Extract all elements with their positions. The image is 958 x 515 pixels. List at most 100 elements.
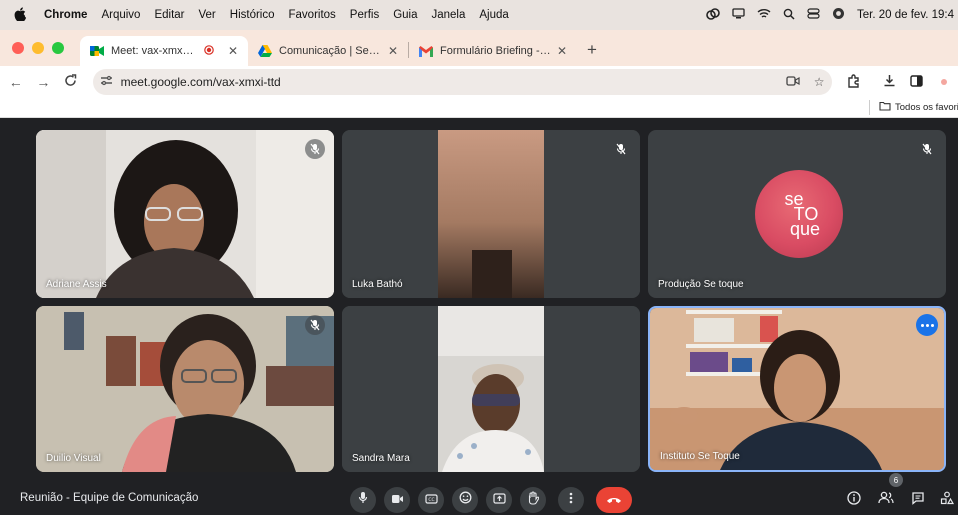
microphone-button[interactable] — [350, 487, 376, 513]
all-favorites-button[interactable]: Todos os favorit — [879, 101, 958, 114]
browser-toolbar: ← → meet.google.com/vax-xmxi-ttd ☆ — [0, 66, 958, 98]
participant-tile[interactable]: Luka Bathó — [342, 130, 640, 298]
meeting-stage: Adriane Assis Luka Bathó se TO que Produ… — [0, 118, 958, 515]
camera-in-use-icon[interactable] — [780, 75, 806, 89]
creative-cloud-icon[interactable] — [706, 7, 720, 23]
browser-tab-strip: Meet: vax-xmxi-ttd ✕ Comunicação | Se To… — [0, 30, 958, 66]
apple-icon[interactable] — [14, 6, 28, 24]
participant-tile[interactable]: Instituto Se Toque — [648, 306, 946, 472]
info-icon — [847, 490, 861, 510]
meeting-title: Reunião - Equipe de Comunicação — [20, 492, 199, 504]
raise-hand-button[interactable] — [520, 487, 546, 513]
menu-perfis[interactable]: Perfis — [350, 9, 379, 21]
profile-icon[interactable] — [931, 74, 958, 90]
participant-count-badge: 6 — [889, 473, 903, 487]
participant-video — [650, 308, 944, 470]
participant-name: Instituto Se Toque — [660, 451, 740, 462]
more-vertical-icon — [569, 491, 573, 509]
display-icon[interactable] — [732, 8, 745, 22]
maximize-window-button[interactable] — [52, 42, 64, 54]
participant-video — [342, 306, 640, 472]
present-screen-button[interactable] — [486, 487, 512, 513]
menu-chrome[interactable]: Chrome — [44, 9, 87, 21]
captions-button[interactable]: CC — [418, 487, 444, 513]
participant-tile[interactable]: Duilio Visual — [36, 306, 334, 472]
participant-video — [342, 130, 640, 298]
bookmarks-bar: Todos os favorit — [0, 98, 958, 118]
menu-editar[interactable]: Editar — [154, 9, 184, 21]
people-icon — [878, 491, 894, 509]
speaking-indicator-icon — [916, 314, 938, 336]
control-center-icon[interactable] — [807, 8, 820, 22]
participant-tile[interactable]: se TO que Produção Se toque — [648, 130, 946, 298]
captions-icon: CC — [424, 491, 438, 509]
participant-name: Produção Se toque — [658, 279, 744, 290]
extensions-icon[interactable] — [840, 73, 867, 91]
svg-text:CC: CC — [428, 497, 434, 503]
menu-guia[interactable]: Guia — [393, 9, 417, 21]
search-icon[interactable] — [783, 8, 795, 23]
side-panel-icon[interactable] — [903, 74, 930, 90]
recording-indicator-icon — [204, 44, 214, 58]
menu-ajuda[interactable]: Ajuda — [479, 9, 508, 21]
reactions-button[interactable] — [452, 487, 478, 513]
siri-icon[interactable] — [832, 7, 845, 23]
macos-menu-bar: Chrome Arquivo Editar Ver Histórico Favo… — [0, 0, 958, 30]
menu-historico[interactable]: Histórico — [230, 9, 275, 21]
site-info-icon[interactable] — [93, 75, 121, 89]
hang-up-icon — [606, 491, 622, 509]
menu-arquivo[interactable]: Arquivo — [101, 9, 140, 21]
address-bar[interactable]: meet.google.com/vax-xmxi-ttd ☆ — [92, 69, 833, 95]
menu-favoritos[interactable]: Favoritos — [289, 9, 336, 21]
tab-title: Meet: vax-xmxi-ttd — [111, 45, 196, 57]
chat-button[interactable] — [907, 489, 929, 511]
close-window-button[interactable] — [12, 42, 24, 54]
muted-mic-icon — [305, 139, 325, 159]
muted-mic-icon — [305, 315, 325, 335]
google-meet-icon — [90, 44, 104, 58]
back-icon[interactable]: ← — [4, 74, 28, 90]
close-tab-icon[interactable]: ✕ — [228, 44, 238, 58]
menu-janela[interactable]: Janela — [432, 9, 466, 21]
participant-video — [36, 130, 334, 298]
window-controls — [12, 42, 64, 54]
forward-icon[interactable]: → — [32, 74, 56, 90]
close-tab-icon[interactable]: ✕ — [557, 44, 567, 58]
url-text[interactable]: meet.google.com/vax-xmxi-ttd — [121, 75, 781, 89]
emoji-icon — [459, 491, 472, 509]
participant-name: Luka Bathó — [352, 279, 403, 290]
camera-icon — [391, 491, 404, 509]
participant-video — [36, 306, 334, 472]
bookmark-star-icon[interactable]: ☆ — [806, 75, 832, 89]
tab-comunicacao[interactable]: Comunicação | Se Toque - Xi ✕ — [248, 36, 408, 66]
participant-tile[interactable]: Adriane Assis — [36, 130, 334, 298]
participant-name: Sandra Mara — [352, 453, 410, 464]
menu-ver[interactable]: Ver — [199, 9, 216, 21]
camera-button[interactable] — [384, 487, 410, 513]
participant-tile[interactable]: Sandra Mara — [342, 306, 640, 472]
chat-icon — [911, 491, 925, 510]
hand-icon — [527, 490, 540, 510]
close-tab-icon[interactable]: ✕ — [388, 44, 398, 58]
new-tab-icon[interactable]: + — [587, 40, 597, 60]
se-toque-logo: se TO que — [755, 170, 843, 258]
muted-mic-icon — [917, 139, 937, 159]
tab-formulario[interactable]: Formulário Briefing - Xia Prog ✕ — [409, 36, 577, 66]
more-options-button[interactable] — [558, 487, 584, 513]
wifi-icon[interactable] — [757, 8, 771, 22]
minimize-window-button[interactable] — [32, 42, 44, 54]
people-button[interactable] — [875, 489, 897, 511]
gmail-icon — [419, 44, 433, 58]
folder-icon — [879, 101, 891, 114]
present-icon — [492, 491, 506, 509]
download-icon[interactable] — [876, 74, 903, 90]
tab-meet[interactable]: Meet: vax-xmxi-ttd ✕ — [80, 36, 248, 66]
tab-title: Formulário Briefing - Xia Prog — [440, 45, 551, 57]
activities-button[interactable] — [936, 489, 958, 511]
reload-icon[interactable] — [59, 74, 83, 90]
bookmarks-separator — [869, 100, 870, 115]
leave-call-button[interactable] — [596, 487, 632, 513]
all-favorites-label: Todos os favorit — [895, 102, 958, 113]
meeting-details-button[interactable] — [843, 489, 865, 511]
menubar-clock[interactable]: Ter. 20 de fev. 19:4 — [857, 9, 954, 21]
